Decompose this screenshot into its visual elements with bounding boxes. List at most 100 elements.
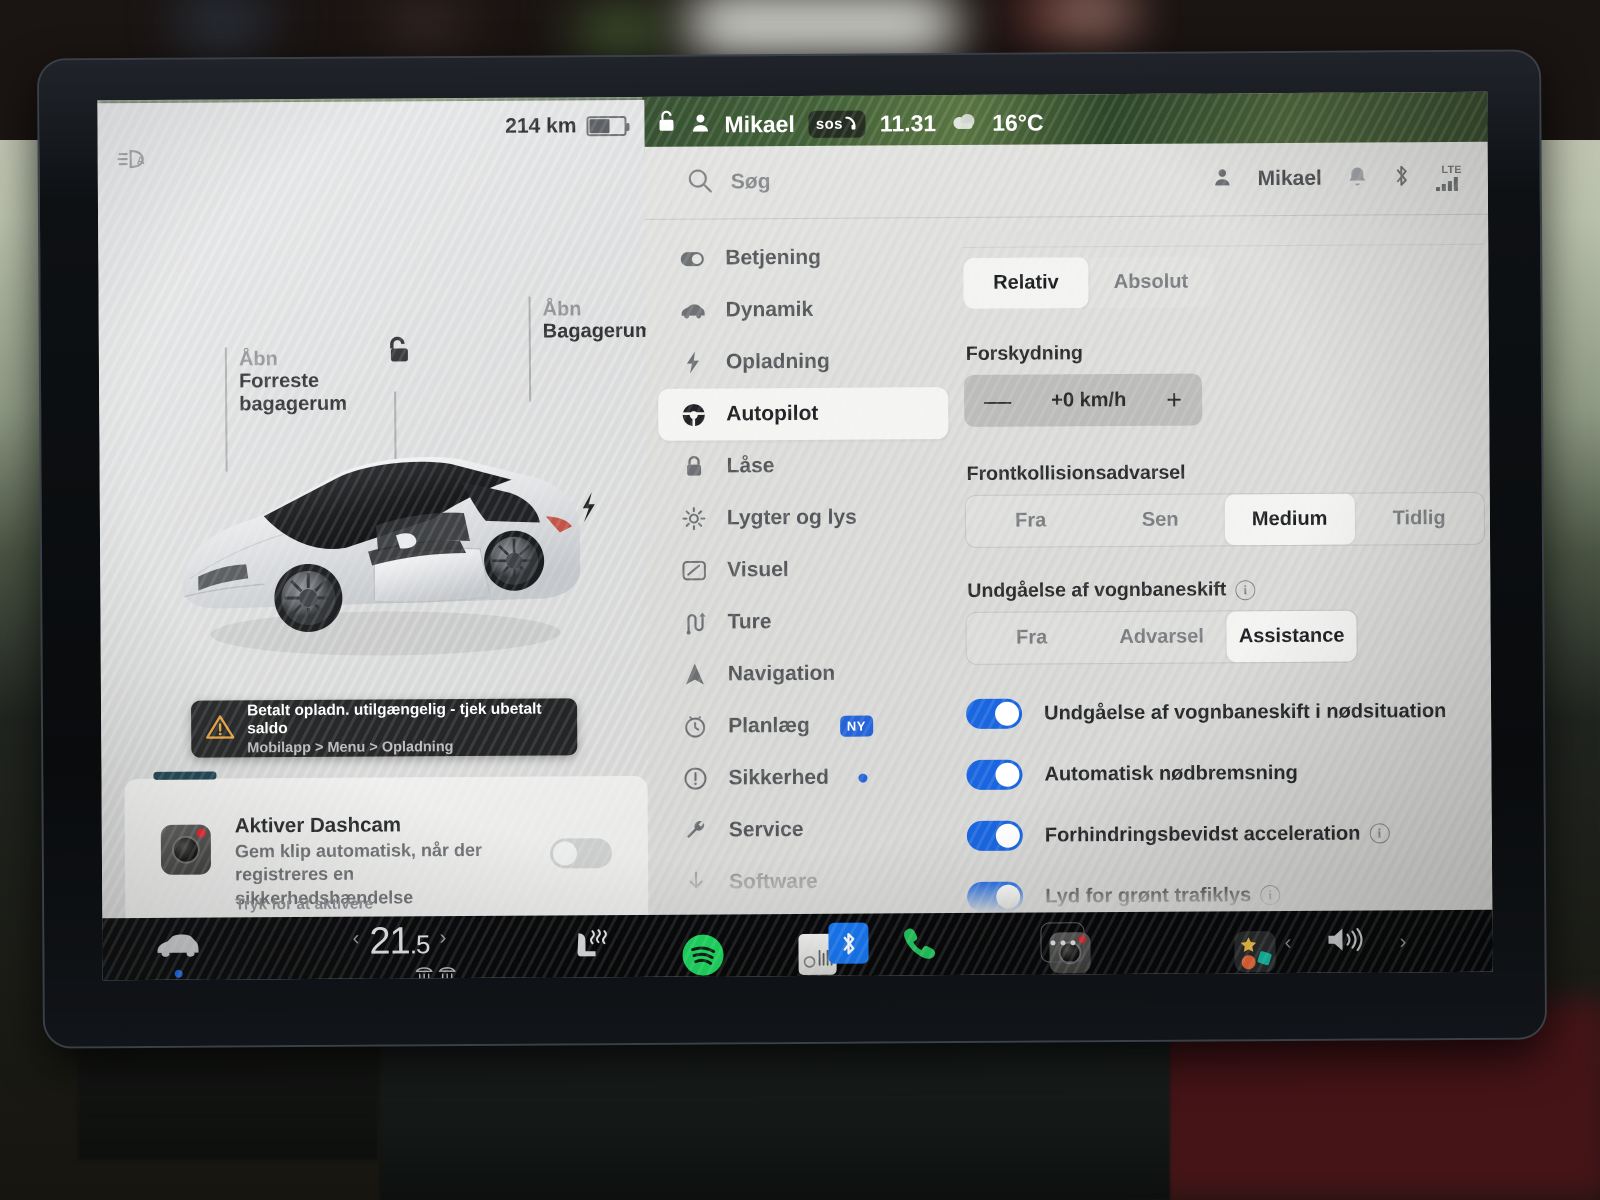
speed-mode-segmented-control[interactable]: Relativ Absolut: [963, 256, 1214, 309]
search-icon[interactable]: [687, 167, 713, 198]
search-bar[interactable]: Søg Mikael LTE: [645, 142, 1488, 219]
sidebar-item-betjening[interactable]: Betjening: [657, 231, 947, 285]
forward-collision-segmented-control[interactable]: Fra Sen Medium Tidlig: [964, 491, 1486, 548]
profile-name[interactable]: Mikael: [724, 110, 794, 137]
sidebar-item-lygter-og-lys[interactable]: Lygter og lys: [659, 491, 949, 545]
frunk-action: Åbn: [238, 348, 278, 371]
sidebar-item-visuel[interactable]: Visuel: [659, 543, 949, 597]
navigation-arrow-icon: [682, 663, 708, 687]
steering-wheel-icon: [680, 402, 706, 427]
defroster-icon[interactable]: [415, 966, 456, 980]
background-poster: [1050, 0, 1130, 22]
fcw-option-tidlig[interactable]: Tidlig: [1354, 493, 1484, 545]
dashcam-title: Aktiver Dashcam: [234, 813, 402, 838]
forward-collision-label: Frontkollisionsadvarsel: [966, 461, 1186, 485]
sos-button[interactable]: sos: [808, 110, 866, 138]
toggle-label: Automatisk nødbremsning: [1044, 761, 1298, 785]
notification-dot: [858, 773, 868, 783]
nav-scroll-fade: [661, 873, 957, 915]
temperature-control[interactable]: ‹ 21.5 ›: [352, 920, 446, 963]
sidebar-item-label: Ture: [727, 610, 772, 634]
sidebar-item-label: Sikkerhed: [728, 765, 829, 790]
sidebar-item-planlaeg[interactable]: Planlæg NY: [660, 699, 950, 753]
offset-decrease-button[interactable]: —: [984, 385, 1011, 415]
panel-profile-name[interactable]: Mikael: [1258, 167, 1322, 191]
content-scroll-fade-bottom: [967, 875, 1488, 913]
spotify-icon[interactable]: [682, 933, 724, 976]
sidebar-item-autopilot[interactable]: Autopilot: [658, 387, 949, 441]
toggle-switch[interactable]: [966, 820, 1023, 851]
speed-mode-option-relativ[interactable]: Relativ: [963, 257, 1089, 309]
range-indicator[interactable]: 214 km: [505, 114, 627, 139]
charging-alert-toast[interactable]: Betalt opladn. utilgængelig - tjek ubeta…: [190, 698, 578, 758]
bottom-dock: ‹ 21.5 › ‹ ›: [102, 909, 1493, 981]
volume-decrease-button[interactable]: ‹: [1284, 930, 1291, 954]
fcw-option-medium[interactable]: Medium: [1224, 493, 1355, 546]
bluetooth-icon[interactable]: [828, 922, 869, 964]
info-icon[interactable]: i: [1369, 823, 1390, 844]
trunk-callout[interactable]: Åbn Bagagerum: [543, 298, 653, 343]
toggle-row-automatic-emergency-braking[interactable]: Automatisk nødbremsning: [966, 757, 1486, 790]
alert-path: Mobilapp > Menu > Opladning: [247, 738, 454, 756]
search-input[interactable]: Søg: [731, 170, 771, 194]
autopilot-settings-content: Relativ Absolut Forskydning — +0 km/h + …: [963, 228, 1487, 943]
seat-heater-icon[interactable]: [568, 927, 612, 972]
dashcam-toggle[interactable]: [549, 838, 613, 869]
sidebar-item-label: Navigation: [727, 661, 836, 686]
ld-option-advarsel[interactable]: Advarsel: [1096, 611, 1226, 663]
sidebar-item-dynamik[interactable]: Dynamik: [657, 283, 947, 337]
auto-highbeam-icon[interactable]: A: [116, 149, 152, 178]
temp-decrease-button[interactable]: ‹: [352, 927, 359, 961]
ld-option-assistance[interactable]: Assistance: [1226, 610, 1357, 663]
sidebar-item-laase[interactable]: Låse: [658, 439, 948, 493]
car-status-dot: [174, 969, 183, 978]
volume-increase-button[interactable]: ›: [1399, 930, 1406, 954]
dashcam-card[interactable]: Aktiver Dashcam Gem klip automatisk, når…: [124, 771, 649, 926]
temp-increase-button[interactable]: ›: [439, 926, 446, 960]
speaker-icon[interactable]: [1325, 925, 1365, 960]
fcw-option-sen[interactable]: Sen: [1095, 494, 1225, 546]
ld-option-fra[interactable]: Fra: [966, 612, 1096, 664]
bluetooth-icon[interactable]: [1393, 164, 1410, 192]
sidebar-item-label: Service: [728, 817, 804, 842]
speed-mode-option-absolut[interactable]: Absolut: [1088, 256, 1213, 308]
offset-value: +0 km/h: [1051, 388, 1127, 411]
sidebar-item-opladning[interactable]: Opladning: [658, 335, 948, 389]
lane-departure-segmented-control[interactable]: Fra Advarsel Assistance: [965, 609, 1358, 665]
toggle-label: Undgåelse af vognbaneskift i nødsituatio…: [1044, 699, 1447, 724]
sidebar-item-ture[interactable]: Ture: [659, 595, 949, 649]
fcw-option-fra[interactable]: Fra: [966, 495, 1096, 547]
toggle-label: Forhindringsbevidst acceleration: [1044, 822, 1361, 846]
person-icon[interactable]: [690, 111, 710, 138]
sidebar-item-service[interactable]: Service: [661, 803, 951, 857]
bell-icon[interactable]: [1348, 166, 1367, 192]
toggle-switch[interactable]: [966, 759, 1023, 790]
toggle-switch[interactable]: [965, 698, 1023, 729]
toggle-row-emergency-lane-departure[interactable]: Undgåelse af vognbaneskift i nødsituatio…: [965, 696, 1486, 729]
car-icon[interactable]: [154, 932, 199, 965]
unlocked-padlock-icon[interactable]: [383, 334, 413, 371]
content-scroll-fade-top: [963, 227, 1484, 257]
sidebar-item-label: Låse: [726, 454, 775, 478]
toggle-row-obstacle-aware-acceleration[interactable]: Forhindringsbevidst acceleration i: [966, 818, 1487, 851]
sidebar-item-navigation[interactable]: Navigation: [660, 647, 950, 701]
person-icon[interactable]: [1213, 167, 1232, 191]
unlocked-padlock-icon[interactable]: [656, 110, 676, 140]
volume-control[interactable]: ‹ ›: [1284, 924, 1407, 960]
offset-stepper[interactable]: — +0 km/h +: [964, 373, 1203, 427]
lock-icon: [681, 455, 707, 479]
toybox-icon[interactable]: [1234, 930, 1276, 972]
display-icon: [681, 560, 707, 581]
info-icon[interactable]: i: [1235, 579, 1256, 600]
more-icon[interactable]: [1040, 922, 1085, 963]
settings-nav: Betjening Dynamik Opladning Autopilot Lå…: [657, 231, 951, 909]
temperature-number: 21.5: [369, 920, 430, 963]
vehicle-illustration[interactable]: [159, 400, 601, 673]
offset-increase-button[interactable]: +: [1166, 384, 1182, 414]
cloud-icon: [950, 110, 978, 135]
phone-icon[interactable]: [900, 925, 936, 966]
route-icon: [681, 611, 707, 635]
sidebar-item-sikkerhed[interactable]: Sikkerhed: [660, 751, 950, 805]
clock: 11.31: [879, 109, 937, 136]
sidebar-item-label: Dynamik: [725, 297, 814, 322]
